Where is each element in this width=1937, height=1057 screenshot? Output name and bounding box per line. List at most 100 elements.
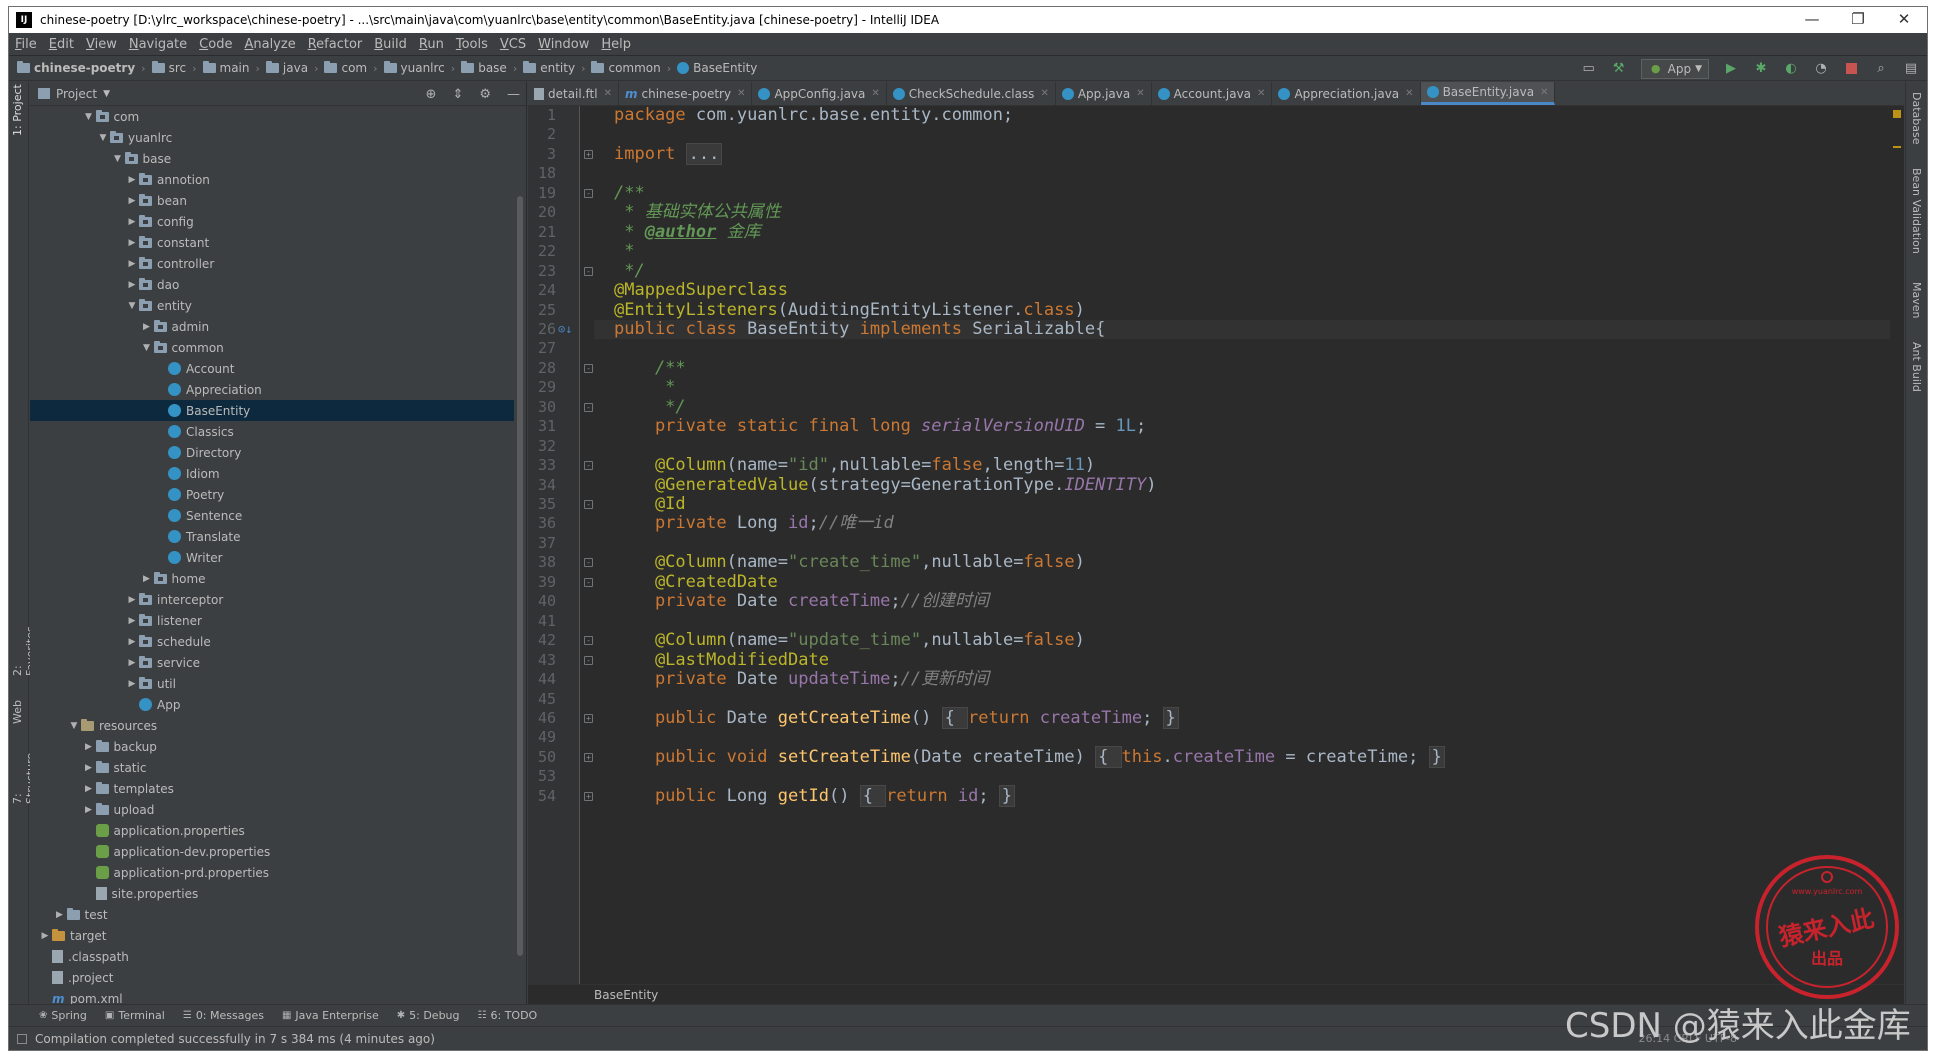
gear-icon[interactable]: ⚙ [479, 87, 491, 102]
code-line[interactable]: @GeneratedValue(strategy=GenerationType.… [614, 475, 1157, 495]
tree-item[interactable]: application-prd.properties [30, 862, 514, 883]
fold-collapse-icon[interactable]: - [584, 461, 593, 471]
collapse-arrow-icon[interactable]: ▶ [125, 175, 139, 185]
code-line[interactable]: * [614, 241, 634, 261]
minimize-button[interactable]: — [1789, 7, 1835, 33]
menu-analyze[interactable]: Analyze [244, 37, 295, 52]
code-line[interactable]: public Long getId() { return id; } [614, 784, 1016, 807]
editor-tab[interactable]: App.java ✕ [1056, 82, 1152, 105]
close-tab-icon[interactable]: ✕ [1040, 88, 1048, 99]
tool-tab-database[interactable]: Database [1910, 92, 1923, 152]
tree-item[interactable]: Idiom [30, 463, 514, 484]
collapse-arrow-icon[interactable]: ▶ [125, 238, 139, 248]
breadcrumb-item[interactable]: chinese-poetry [17, 61, 135, 75]
tree-item[interactable]: ▶ interceptor [30, 589, 514, 610]
code-line[interactable]: * 基础实体公共属性 [614, 203, 780, 222]
restore-button[interactable]: ❐ [1835, 7, 1881, 33]
code-line[interactable]: */ [614, 397, 685, 417]
fold-collapse-icon[interactable]: - [584, 655, 593, 665]
project-panel-title[interactable]: Project [56, 87, 97, 101]
tree-item[interactable]: Translate [30, 526, 514, 547]
menu-help[interactable]: Help [601, 37, 631, 52]
editor-tab[interactable]: Account.java ✕ [1152, 82, 1273, 105]
fold-collapse-icon[interactable]: - [584, 402, 593, 412]
tree-item[interactable]: ▶ service [30, 652, 514, 673]
tree-item[interactable]: ▶ admin [30, 316, 514, 337]
tree-item[interactable]: .project [30, 967, 514, 988]
tree-item[interactable]: ▼ com [30, 106, 514, 127]
code-line[interactable]: public Date getCreateTime() { return cre… [614, 706, 1179, 729]
menu-build[interactable]: Build [374, 37, 407, 52]
breadcrumb-item[interactable]: base [461, 61, 507, 75]
tree-scrollbar[interactable] [514, 106, 526, 1004]
tree-item[interactable]: ▼ base [30, 148, 514, 169]
tree-item[interactable]: ▶ test [30, 904, 514, 925]
close-button[interactable]: ✕ [1881, 7, 1927, 33]
menu-file[interactable]: File [15, 37, 37, 52]
tree-item[interactable]: Account [30, 358, 514, 379]
code-line[interactable]: @CreatedDate [614, 572, 778, 592]
tree-item[interactable]: ▶ util [30, 673, 514, 694]
breadcrumb-item[interactable]: entity [523, 61, 575, 75]
code-line[interactable]: /** [614, 358, 686, 378]
collapse-arrow-icon[interactable]: ▶ [140, 574, 154, 584]
close-tab-icon[interactable]: ✕ [604, 88, 612, 99]
collapse-arrow-icon[interactable]: ▶ [140, 322, 154, 332]
code-line[interactable]: public void setCreateTime(Date createTim… [614, 745, 1445, 768]
editor-tab[interactable]: BaseEntity.java ✕ [1420, 82, 1556, 105]
editor-tab[interactable]: m chinese-poetry ✕ [619, 82, 753, 105]
collapse-arrow-icon[interactable]: ▶ [125, 595, 139, 605]
fold-expand-icon[interactable]: + [584, 149, 593, 159]
expand-arrow-icon[interactable]: ▼ [111, 154, 125, 164]
tree-item[interactable]: ▶ config [30, 211, 514, 232]
collapse-arrow-icon[interactable]: ▶ [125, 217, 139, 227]
tool-tab-bean-validation[interactable]: Bean Validation [1910, 168, 1923, 268]
search-icon[interactable]: ⌕ [1873, 61, 1889, 77]
collapse-arrow-icon[interactable]: ▶ [125, 637, 139, 647]
bottom-tab[interactable]: ❀ Spring [39, 1009, 87, 1022]
menu-code[interactable]: Code [199, 37, 232, 52]
run-icon[interactable]: ▶ [1723, 61, 1739, 77]
code-line[interactable]: @MappedSuperclass [614, 280, 788, 300]
code-line[interactable]: public class BaseEntity implements Seria… [614, 319, 1105, 339]
code-line[interactable]: @LastModifiedDate [614, 650, 829, 670]
collapse-arrow-icon[interactable]: ▶ [125, 679, 139, 689]
tree-item[interactable]: m pom.xml [30, 988, 514, 1005]
tree-item[interactable]: ▶ bean [30, 190, 514, 211]
close-tab-icon[interactable]: ✕ [1405, 88, 1413, 99]
tree-item[interactable]: Poetry [30, 484, 514, 505]
project-structure-icon[interactable]: ▤ [1903, 61, 1919, 77]
expand-arrow-icon[interactable]: ▼ [140, 343, 154, 353]
tree-item[interactable]: Appreciation [30, 379, 514, 400]
fold-expand-icon[interactable]: + [584, 713, 593, 723]
menu-refactor[interactable]: Refactor [308, 37, 363, 52]
fold-collapse-icon[interactable]: - [584, 363, 593, 373]
code-line[interactable]: import ... [614, 142, 723, 165]
editor-tab[interactable]: Appreciation.java ✕ [1272, 82, 1421, 105]
close-tab-icon[interactable]: ✕ [1540, 87, 1548, 98]
status-message[interactable]: Compilation completed successfully in 7 … [35, 1032, 435, 1046]
code-line[interactable]: @Column(name="create_time",nullable=fals… [614, 553, 1085, 572]
tool-tab-web[interactable]: Web [11, 694, 24, 724]
menu-view[interactable]: View [86, 37, 117, 52]
expand-arrow-icon[interactable]: ▼ [96, 133, 110, 143]
code-editor[interactable]: 1 2 3 18 19 20 21 22 23 24 25 ⊙↓ 26 27 28 29 30 31 32 33 34 3… [528, 105, 1904, 984]
close-tab-icon[interactable]: ✕ [871, 88, 879, 99]
menu-navigate[interactable]: Navigate [129, 37, 187, 52]
code-line[interactable]: @Column(name="update_time",nullable=fals… [614, 630, 1085, 650]
collapse-arrow-icon[interactable]: ▶ [82, 784, 96, 794]
breadcrumb-item[interactable]: com [324, 61, 367, 75]
code-line[interactable]: package com.yuanlrc.base.entity.common; [614, 105, 1013, 125]
tree-item[interactable]: .classpath [30, 946, 514, 967]
close-tab-icon[interactable]: ✕ [1136, 88, 1144, 99]
close-tab-icon[interactable]: ✕ [1257, 88, 1265, 99]
breadcrumb-item[interactable]: yuanlrc [383, 61, 445, 75]
code-line[interactable]: private Date updateTime;//更新时间 [614, 669, 989, 689]
code-line[interactable]: * @author 金库 [614, 222, 760, 242]
tree-item[interactable]: Directory [30, 442, 514, 463]
editor-tab[interactable]: detail.ftl ✕ [528, 82, 619, 105]
code-line[interactable]: private static final long serialVersionU… [614, 416, 1146, 436]
bottom-tab[interactable]: ☷ 6: TODO [478, 1009, 538, 1022]
collapse-arrow-icon[interactable]: ▶ [125, 196, 139, 206]
expand-arrow-icon[interactable]: ▼ [82, 112, 96, 122]
